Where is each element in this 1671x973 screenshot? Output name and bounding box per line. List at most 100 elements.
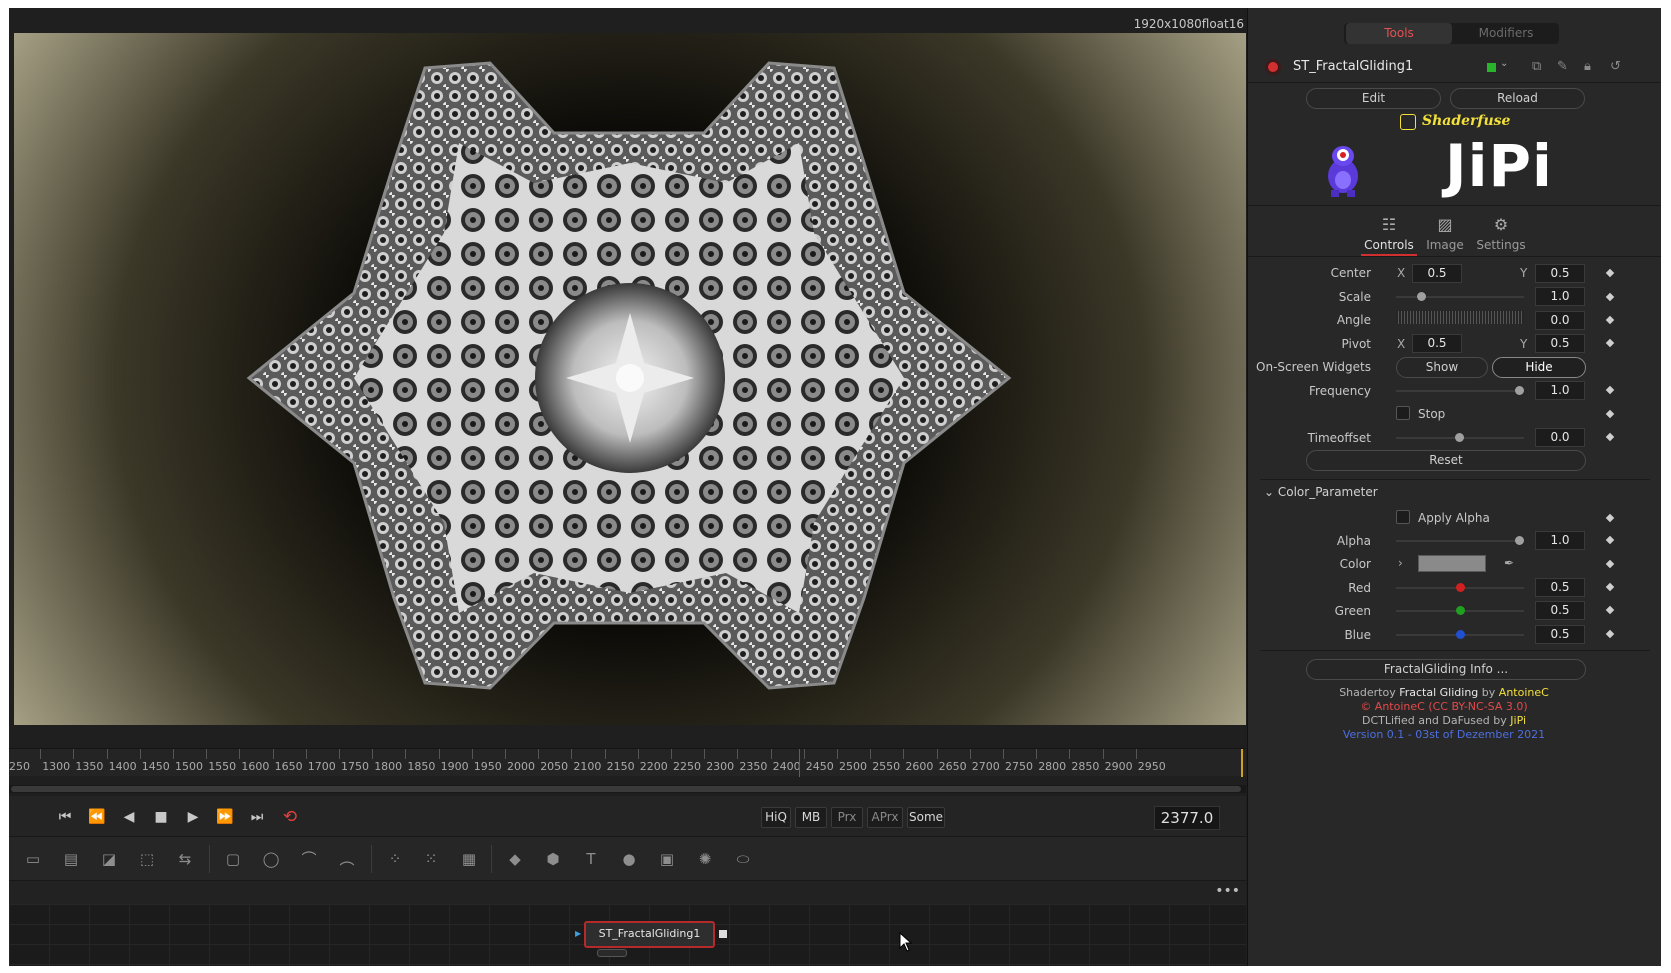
pin-icon[interactable]: ✎ [1557, 59, 1568, 74]
step-forward-button[interactable]: ⏩ [212, 806, 238, 828]
frequency-slider-knob[interactable] [1515, 386, 1524, 395]
keyframe-icon[interactable] [1605, 559, 1615, 569]
keyframe-icon[interactable] [1605, 432, 1615, 442]
center-x-input[interactable]: 0.5 [1412, 264, 1462, 283]
mb-button[interactable]: MB [795, 807, 827, 828]
tab-tools[interactable]: Tools [1346, 23, 1452, 44]
play-reverse-button[interactable]: ◀ [116, 806, 142, 828]
tab-modifiers[interactable]: Modifiers [1453, 23, 1559, 44]
merge-icon[interactable]: ⬚ [135, 847, 159, 871]
keyframe-icon[interactable] [1605, 513, 1615, 523]
pivot-x-input[interactable]: 0.5 [1412, 334, 1462, 353]
node-st-fractalgliding[interactable]: ST_FractalGliding1 [584, 921, 715, 948]
loop-button[interactable]: ⟲ [277, 806, 303, 828]
timeline-scrollbar[interactable] [9, 785, 1246, 793]
text-icon[interactable]: ◪ [97, 847, 121, 871]
rectangle-mask-icon[interactable]: ▢ [221, 847, 245, 871]
keyframe-icon[interactable] [1605, 338, 1615, 348]
alpha-slider-knob[interactable] [1515, 536, 1524, 545]
lock-icon[interactable]: 🔒︎ [1584, 59, 1591, 74]
tool-header[interactable]: ST_FractalGliding1 ⌄ ⧉ ✎ 🔒︎ ↺ [1248, 51, 1661, 83]
lights-icon[interactable]: ⬭ [731, 847, 755, 871]
angle-input[interactable]: 0.0 [1535, 311, 1585, 330]
keyframe-icon[interactable] [1605, 582, 1615, 592]
version-icon[interactable]: ⧉ [1532, 59, 1541, 74]
node-flow[interactable]: ▶ ST_FractalGliding1 [9, 904, 1246, 966]
hiq-button[interactable]: HiQ [761, 807, 791, 828]
node-input-icon[interactable]: ▶ [575, 929, 581, 938]
node-output-port[interactable] [719, 930, 727, 938]
chevron-right-icon[interactable]: › [1398, 556, 1403, 570]
tab-settings[interactable]: ⚙ Settings [1473, 215, 1529, 252]
keyframe-icon[interactable] [1605, 268, 1615, 278]
ellipse-mask-icon[interactable]: ◯ [259, 847, 283, 871]
node-mask-port[interactable] [597, 949, 627, 957]
bspline-mask-icon[interactable]: ︵ [335, 847, 359, 871]
keyframe-icon[interactable] [1605, 292, 1615, 302]
edit-button[interactable]: Edit [1306, 88, 1441, 109]
info-button[interactable]: FractalGliding Info ... [1306, 659, 1586, 680]
text3d-icon[interactable]: T [579, 847, 603, 871]
blue-input[interactable]: 0.5 [1535, 625, 1585, 644]
renderer3d-icon[interactable]: ✺ [693, 847, 717, 871]
image-plane-icon[interactable]: ▣ [655, 847, 679, 871]
some-button[interactable]: Some [907, 807, 945, 828]
color-swatch[interactable] [1418, 555, 1486, 572]
shader-link[interactable]: Fractal Gliding [1399, 686, 1478, 699]
tool-enable-icon[interactable] [1268, 62, 1278, 72]
fast-noise-icon[interactable]: ▤ [59, 847, 83, 871]
blue-slider-knob[interactable] [1456, 630, 1465, 639]
timeline-scroll-thumb[interactable] [11, 786, 1241, 792]
keyframe-icon[interactable] [1605, 605, 1615, 615]
apply-alpha-checkbox[interactable] [1396, 510, 1410, 524]
alpha-slider[interactable] [1396, 540, 1524, 542]
polygon-mask-icon[interactable]: ⌒ [297, 847, 321, 871]
stop-checkbox[interactable] [1396, 406, 1410, 420]
red-slider-knob[interactable] [1456, 583, 1465, 592]
playhead[interactable] [799, 749, 800, 777]
keyframe-icon[interactable] [1605, 535, 1615, 545]
frequency-input[interactable]: 1.0 [1535, 381, 1585, 400]
particle-render-icon[interactable]: ⁙ [419, 847, 443, 871]
red-input[interactable]: 0.5 [1535, 578, 1585, 597]
merge3d-icon[interactable]: ⬢ [541, 847, 565, 871]
stop-button[interactable]: ■ [148, 806, 174, 828]
hide-widgets-button[interactable]: Hide [1492, 357, 1586, 378]
particle-image-icon[interactable]: ▦ [457, 847, 481, 871]
alpha-input[interactable]: 1.0 [1535, 531, 1585, 550]
reset-icon[interactable]: ↺ [1610, 59, 1621, 74]
tab-image[interactable]: ▨ Image [1417, 215, 1473, 252]
shape3d-icon[interactable]: ◆ [503, 847, 527, 871]
pivot-y-input[interactable]: 0.5 [1535, 334, 1585, 353]
credit-version[interactable]: Version 0.1 - 03st of Dezember 2021 [1248, 728, 1640, 741]
tool-color-icon[interactable] [1487, 63, 1496, 72]
goto-end-button[interactable]: ⏭ [244, 806, 270, 828]
more-options-icon[interactable]: ••• [1215, 883, 1240, 899]
tab-controls[interactable]: ☷ Controls [1361, 215, 1417, 252]
keyframe-icon[interactable] [1605, 315, 1615, 325]
keyframe-icon[interactable] [1605, 629, 1615, 639]
credit-license[interactable]: © AntoineC (CC BY-NC-SA 3.0) [1248, 700, 1640, 713]
step-back-button[interactable]: ⏪ [84, 806, 110, 828]
timeoffset-slider-knob[interactable] [1455, 433, 1464, 442]
center-y-input[interactable]: 0.5 [1535, 264, 1585, 283]
background-icon[interactable]: ▭ [21, 847, 45, 871]
prx-button[interactable]: Prx [831, 807, 863, 828]
transform-icon[interactable]: ⇆ [173, 847, 197, 871]
jipi-link[interactable]: JiPi [1510, 714, 1526, 727]
scale-slider[interactable] [1396, 296, 1524, 298]
color-parameter-section[interactable]: ⌄ Color_Parameter [1264, 485, 1378, 499]
reset-button[interactable]: Reset [1306, 450, 1586, 471]
time-ruler[interactable]: 250 1300 1350 1400 1450 1500 1550 1600 1650 1700 1… [9, 748, 1246, 777]
aprx-button[interactable]: APrx [867, 807, 903, 828]
scale-slider-knob[interactable] [1417, 292, 1426, 301]
particle-emitter-icon[interactable]: ⁘ [383, 847, 407, 871]
show-widgets-button[interactable]: Show [1396, 357, 1488, 378]
play-button[interactable]: ▶ [180, 806, 206, 828]
camera3d-icon[interactable]: ● [617, 847, 641, 871]
reload-button[interactable]: Reload [1450, 88, 1585, 109]
timeoffset-input[interactable]: 0.0 [1535, 428, 1585, 447]
render-end-marker[interactable] [1241, 749, 1243, 777]
keyframe-icon[interactable] [1605, 409, 1615, 419]
viewer-canvas[interactable] [14, 33, 1246, 725]
